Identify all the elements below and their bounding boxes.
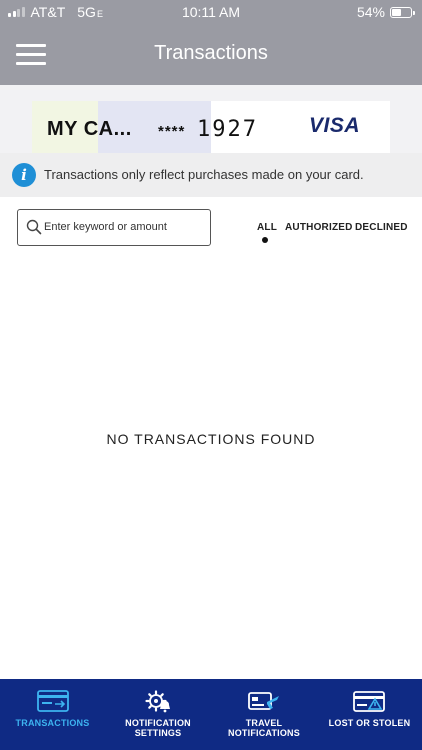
search-icon: [26, 219, 42, 235]
transactions-card-icon: [37, 690, 69, 712]
notification-settings-icon: [145, 690, 170, 713]
info-icon: i: [12, 163, 36, 187]
travel-notifications-icon: [248, 692, 279, 710]
battery-icon: [390, 6, 415, 18]
info-text: Transactions only reflect purchases made…: [44, 167, 364, 182]
search-box[interactable]: [17, 209, 211, 246]
empty-state-message: NO TRANSACTIONS FOUND: [106, 431, 316, 447]
top-bar: AT&T 5GE 10:11 AM 54% Transactions: [0, 0, 422, 85]
card-last-four: 1927: [197, 117, 258, 142]
card-name: MY CA...: [47, 118, 132, 140]
status-right: 54%: [356, 4, 415, 20]
battery-fill: [392, 8, 401, 16]
tab-lost-or-stolen-label: LOST OR STOLEN: [328, 718, 411, 728]
filter-tab-declined[interactable]: DECLINED: [355, 222, 408, 233]
lost-or-stolen-icon: [353, 691, 385, 712]
filter-tab-all[interactable]: ALL: [257, 222, 277, 233]
nav-bar: Transactions: [0, 24, 422, 85]
selected-tab-indicator: [262, 237, 268, 243]
visa-logo: VISA: [309, 114, 361, 137]
tab-notification-settings-label: NOTIFICATION SETTINGS: [125, 718, 191, 738]
tab-notification-settings[interactable]: NOTIFICATION SETTINGS: [105, 679, 211, 750]
search-input[interactable]: [44, 210, 204, 244]
battery-percent: 54%: [356, 4, 385, 20]
filter-tab-authorized[interactable]: AUTHORIZED: [285, 222, 353, 233]
tab-travel-notifications[interactable]: TRAVEL NOTIFICATIONS: [211, 679, 317, 750]
tab-transactions[interactable]: TRANSACTIONS: [0, 679, 105, 750]
card-number-mask: ****: [158, 123, 186, 140]
status-bar: AT&T 5GE 10:11 AM 54%: [0, 0, 422, 24]
tab-transactions-label: TRANSACTIONS: [15, 718, 90, 728]
tab-travel-notifications-label: TRAVEL NOTIFICATIONS: [228, 718, 300, 738]
page-title: Transactions: [154, 42, 268, 64]
tab-lost-or-stolen[interactable]: LOST OR STOLEN: [317, 679, 422, 750]
bottom-tab-bar: TRANSACTIONS NOTIFICATION SETTINGS TRAVEL…: [0, 679, 422, 750]
